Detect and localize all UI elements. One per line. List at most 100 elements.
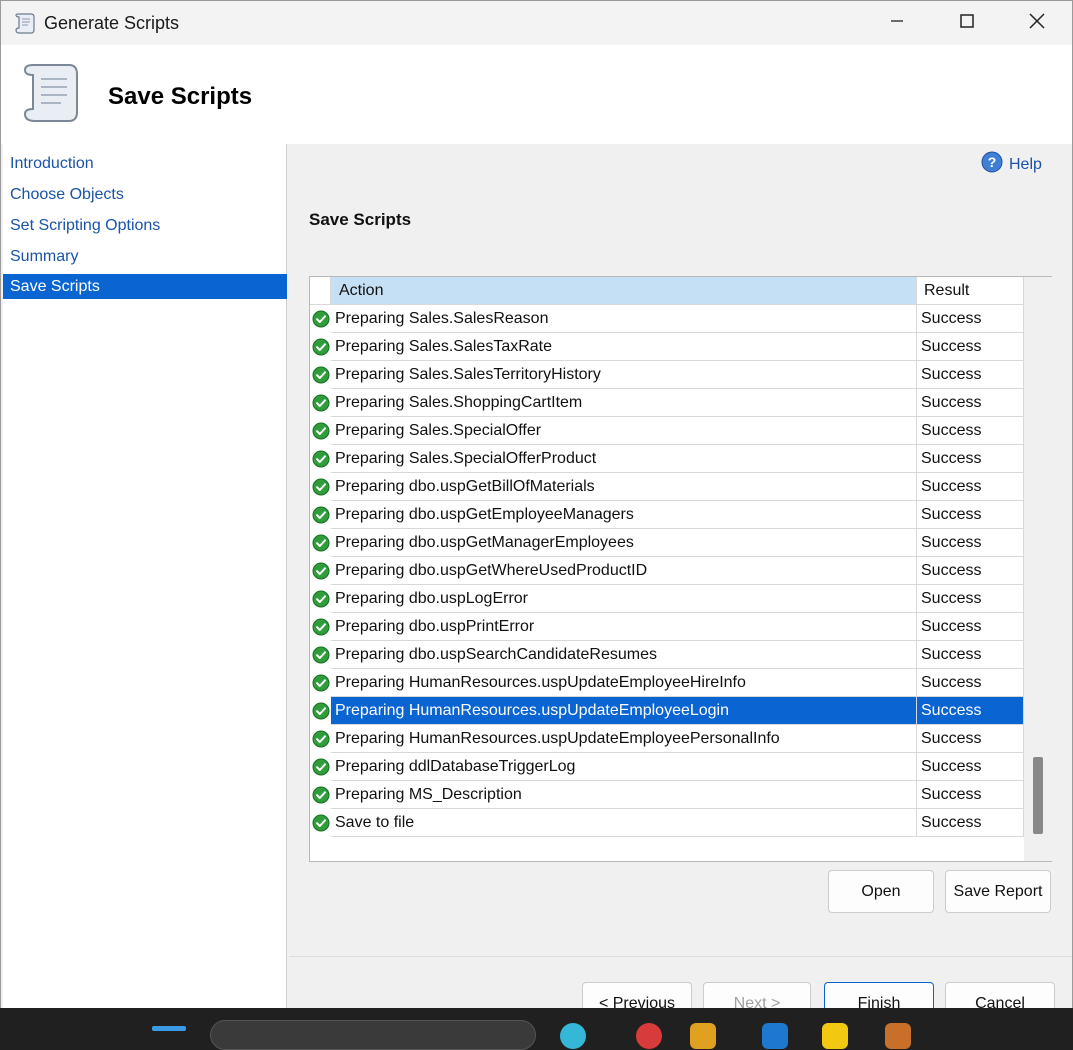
row-action-cell: Preparing Sales.SalesTerritoryHistory bbox=[331, 361, 916, 389]
table-row[interactable]: Preparing Sales.ShoppingCartItem Success bbox=[310, 389, 1024, 417]
check-circle-icon bbox=[312, 646, 330, 664]
row-result-cell: Success bbox=[916, 641, 1024, 669]
column-header-action[interactable]: Action bbox=[331, 277, 916, 305]
vertical-scrollbar[interactable] bbox=[1024, 277, 1052, 861]
app-icon[interactable] bbox=[822, 1023, 848, 1049]
row-result-cell: Success bbox=[916, 697, 1024, 725]
row-result-cell: Success bbox=[916, 809, 1024, 837]
app-icon[interactable] bbox=[762, 1023, 788, 1049]
table-row[interactable]: Preparing dbo.uspGetWhereUsedProductID Su… bbox=[310, 557, 1024, 585]
row-action-cell: Preparing HumanResources.uspUpdateEmploy… bbox=[331, 725, 916, 753]
taskbar bbox=[0, 1008, 1073, 1050]
row-result-cell: Success bbox=[916, 445, 1024, 473]
save-report-button-label: Save Report bbox=[953, 882, 1043, 900]
nav-item-set-scripting-options[interactable]: Set Scripting Options bbox=[3, 213, 287, 238]
row-action-cell: Save to file bbox=[331, 809, 916, 837]
app-icon[interactable] bbox=[560, 1023, 586, 1049]
help-label: Help bbox=[1009, 155, 1042, 173]
table-row[interactable]: Preparing dbo.uspPrintError Success bbox=[310, 613, 1024, 641]
row-result-cell: Success bbox=[916, 417, 1024, 445]
check-circle-icon bbox=[312, 478, 330, 496]
maximize-button[interactable] bbox=[932, 1, 1002, 45]
table-row[interactable]: Preparing Sales.SalesTaxRate Success bbox=[310, 333, 1024, 361]
row-result-cell: Success bbox=[916, 333, 1024, 361]
column-header-result[interactable]: Result bbox=[916, 277, 1024, 305]
table-row[interactable]: Save to file Success bbox=[310, 809, 1024, 837]
row-result-cell: Success bbox=[916, 753, 1024, 781]
table-row[interactable]: Preparing HumanResources.uspUpdateEmploy… bbox=[310, 697, 1024, 725]
check-circle-icon bbox=[312, 786, 330, 804]
table-row[interactable]: Preparing Sales.SpecialOfferProduct Succe… bbox=[310, 445, 1024, 473]
row-action-cell: Preparing dbo.uspGetEmployeeManagers bbox=[331, 501, 916, 529]
row-action-cell: Preparing MS_Description bbox=[331, 781, 916, 809]
table-row[interactable]: Preparing ddlDatabaseTriggerLog Success bbox=[310, 753, 1024, 781]
check-circle-icon bbox=[312, 534, 330, 552]
save-report-button[interactable]: Save Report bbox=[945, 870, 1051, 913]
check-circle-icon bbox=[312, 366, 330, 384]
table-row[interactable]: Preparing dbo.uspGetBillOfMaterials Succe… bbox=[310, 473, 1024, 501]
nav-item-introduction[interactable]: Introduction bbox=[3, 151, 287, 176]
maximize-icon bbox=[959, 13, 975, 34]
table-row[interactable]: Preparing Sales.SpecialOffer Success bbox=[310, 417, 1024, 445]
page-title: Save Scripts bbox=[108, 83, 253, 110]
check-circle-icon bbox=[312, 338, 330, 356]
table-row[interactable]: Preparing HumanResources.uspUpdateEmploy… bbox=[310, 725, 1024, 753]
minimize-button[interactable] bbox=[862, 1, 932, 45]
table-row[interactable]: Preparing dbo.uspGetManagerEmployees Succ… bbox=[310, 529, 1024, 557]
check-circle-icon bbox=[312, 450, 330, 468]
row-action-cell: Preparing dbo.uspGetWhereUsedProductID bbox=[331, 557, 916, 585]
grid-header: Action Result bbox=[310, 277, 1024, 305]
row-result-cell: Success bbox=[916, 529, 1024, 557]
row-action-cell: Preparing dbo.uspSearchCandidateResumes bbox=[331, 641, 916, 669]
nav-item-save-scripts[interactable]: Save Scripts bbox=[3, 274, 287, 299]
row-result-cell: Success bbox=[916, 473, 1024, 501]
help-link[interactable]: ? Help bbox=[981, 151, 1042, 178]
help-circle-icon: ? bbox=[981, 151, 1003, 178]
check-circle-icon bbox=[312, 758, 330, 776]
row-result-cell: Success bbox=[916, 613, 1024, 641]
close-icon bbox=[1029, 12, 1045, 34]
scroll-icon bbox=[19, 59, 83, 131]
taskbar-search[interactable] bbox=[210, 1020, 536, 1050]
check-circle-icon bbox=[312, 618, 330, 636]
app-icon[interactable] bbox=[885, 1023, 911, 1049]
row-action-cell: Preparing Sales.SalesTaxRate bbox=[331, 333, 916, 361]
row-action-cell: Preparing HumanResources.uspUpdateEmploy… bbox=[331, 669, 916, 697]
row-action-cell: Preparing Sales.SpecialOffer bbox=[331, 417, 916, 445]
row-result-cell: Success bbox=[916, 389, 1024, 417]
generate-scripts-window: Generate Scripts Save Scripts Introducti… bbox=[0, 0, 1073, 1031]
page-header: Save Scripts bbox=[1, 45, 1072, 144]
row-action-cell: Preparing Sales.SalesReason bbox=[331, 305, 916, 333]
table-row[interactable]: Preparing dbo.uspSearchCandidateResumes S… bbox=[310, 641, 1024, 669]
app-icon[interactable] bbox=[690, 1023, 716, 1049]
row-action-cell: Preparing dbo.uspPrintError bbox=[331, 613, 916, 641]
row-action-cell: Preparing HumanResources.uspUpdateEmploy… bbox=[331, 697, 916, 725]
open-button[interactable]: Open bbox=[828, 870, 934, 913]
check-circle-icon bbox=[312, 506, 330, 524]
table-row[interactable]: Preparing Sales.SalesTerritoryHistory Suc… bbox=[310, 361, 1024, 389]
check-circle-icon bbox=[312, 422, 330, 440]
main-content: ? Help Save Scripts Action Result Prepar… bbox=[289, 144, 1072, 956]
nav-item-summary[interactable]: Summary bbox=[3, 244, 287, 269]
open-button-label: Open bbox=[861, 882, 901, 900]
check-circle-icon bbox=[312, 310, 330, 328]
table-row[interactable]: Preparing Sales.SalesReason Success bbox=[310, 305, 1024, 333]
check-circle-icon bbox=[312, 590, 330, 608]
row-result-cell: Success bbox=[916, 557, 1024, 585]
row-result-cell: Success bbox=[916, 669, 1024, 697]
table-row[interactable]: Preparing MS_Description Success bbox=[310, 781, 1024, 809]
table-row[interactable]: Preparing HumanResources.uspUpdateEmploy… bbox=[310, 669, 1024, 697]
table-row[interactable]: Preparing dbo.uspLogError Success bbox=[310, 585, 1024, 613]
close-button[interactable] bbox=[1002, 1, 1072, 45]
grid-header-status bbox=[310, 277, 331, 305]
row-result-cell: Success bbox=[916, 781, 1024, 809]
row-action-cell: Preparing dbo.uspGetManagerEmployees bbox=[331, 529, 916, 557]
row-action-cell: Preparing Sales.SpecialOfferProduct bbox=[331, 445, 916, 473]
table-row[interactable]: Preparing dbo.uspGetEmployeeManagers Succ… bbox=[310, 501, 1024, 529]
nav-item-choose-objects[interactable]: Choose Objects bbox=[3, 182, 287, 207]
row-action-cell: Preparing Sales.ShoppingCartItem bbox=[331, 389, 916, 417]
start-icon[interactable] bbox=[152, 1026, 186, 1031]
svg-text:?: ? bbox=[988, 154, 997, 170]
scrollbar-thumb[interactable] bbox=[1033, 757, 1043, 834]
app-icon[interactable] bbox=[636, 1023, 662, 1049]
